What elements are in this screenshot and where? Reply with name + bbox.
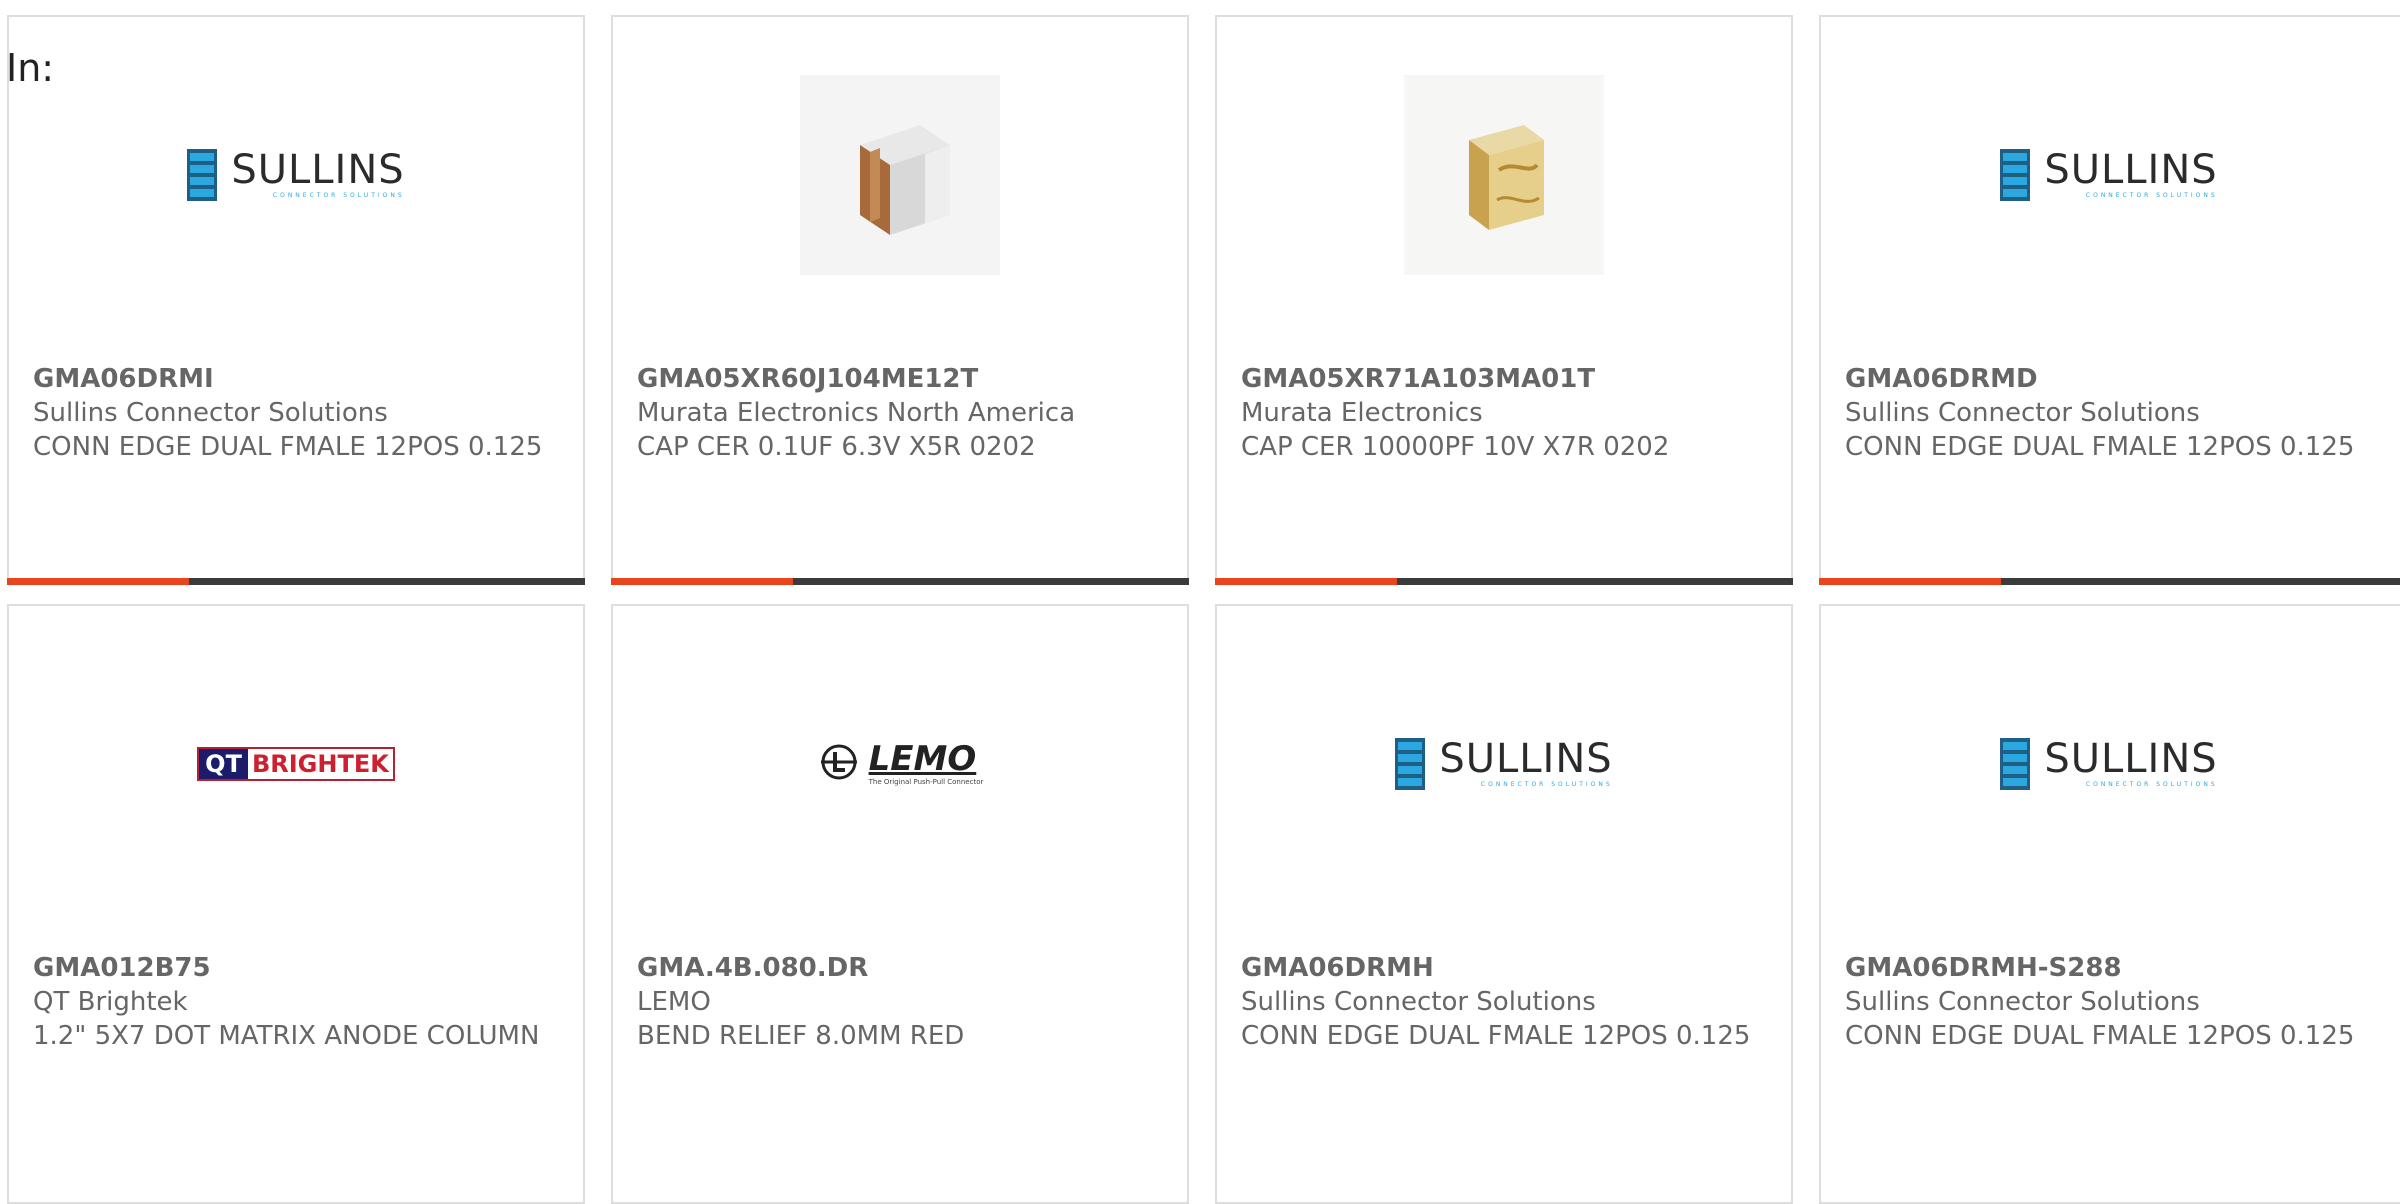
description: CONN EDGE DUAL FMALE 12POS 0.125 <box>1241 1021 1751 1051</box>
product-card[interactable]: SULLINS CONNECTOR SOLUTIONS GMA06DRMH Sul… <box>1215 604 1793 1204</box>
manufacturer: Sullins Connector Solutions <box>33 398 388 428</box>
sullins-logo: SULLINS CONNECTOR SOLUTIONS <box>187 148 404 201</box>
manufacturer: QT Brightek <box>33 987 188 1017</box>
manufacturer: Murata Electronics North America <box>637 398 1076 428</box>
capacitor-icon <box>800 74 1000 275</box>
part-number[interactable]: GMA012B75 <box>33 951 571 985</box>
product-card[interactable]: SULLINS CONNECTOR SOLUTIONS GMA06DRMI Sul… <box>7 15 585 585</box>
product-image: SULLINS CONNECTOR SOLUTIONS <box>1821 661 2397 866</box>
description: CONN EDGE DUAL FMALE 12POS 0.125 <box>1845 1021 2355 1051</box>
lemo-mark-icon <box>820 744 857 779</box>
sullins-logo: SULLINS CONNECTOR SOLUTIONS <box>1395 737 1612 790</box>
product-card[interactable]: QT BRIGHTEK GMA012B75 QT Brightek 1.2" 5X… <box>7 604 585 1204</box>
product-card[interactable]: LEMO The Original Push-Pull Connector GMA… <box>611 604 1189 1204</box>
description: CONN EDGE DUAL FMALE 12POS 0.125 <box>33 432 543 462</box>
sullins-logo: SULLINS CONNECTOR SOLUTIONS <box>2000 148 2217 201</box>
capacitor-icon <box>1404 74 1604 275</box>
manufacturer: LEMO <box>637 987 711 1017</box>
description: CAP CER 10000PF 10V X7R 0202 <box>1241 432 1670 462</box>
card-progress-bar <box>1215 578 1793 585</box>
product-image: LEMO The Original Push-Pull Connector <box>613 661 1187 866</box>
product-card[interactable]: GMA05XR60J104ME12T Murata Electronics No… <box>611 15 1189 585</box>
lemo-logo: LEMO The Original Push-Pull Connector <box>817 742 983 786</box>
part-number[interactable]: GMA06DRMD <box>1845 362 2397 396</box>
card-progress-bar <box>1819 578 2400 585</box>
product-image: SULLINS CONNECTOR SOLUTIONS <box>1821 72 2397 277</box>
manufacturer: Sullins Connector Solutions <box>1241 987 1596 1017</box>
card-progress-bar <box>7 578 585 585</box>
in-label: In: <box>6 46 55 90</box>
description: BEND RELIEF 8.0MM RED <box>637 1021 965 1051</box>
product-image: SULLINS CONNECTOR SOLUTIONS <box>1217 661 1791 866</box>
product-image <box>1217 72 1791 277</box>
part-number[interactable]: GMA05XR71A103MA01T <box>1241 362 1779 396</box>
description: CAP CER 0.1UF 6.3V X5R 0202 <box>637 432 1036 462</box>
product-image: SULLINS CONNECTOR SOLUTIONS <box>9 72 583 277</box>
product-card[interactable]: SULLINS CONNECTOR SOLUTIONS GMA06DRMH-S28… <box>1819 604 2400 1204</box>
product-image <box>613 72 1187 277</box>
manufacturer: Sullins Connector Solutions <box>1845 987 2200 1017</box>
qt-brightek-logo: QT BRIGHTEK <box>197 746 395 781</box>
card-progress-bar <box>611 578 1189 585</box>
product-image: QT BRIGHTEK <box>9 661 583 866</box>
part-number[interactable]: GMA06DRMH <box>1241 951 1779 985</box>
description: CONN EDGE DUAL FMALE 12POS 0.125 <box>1845 432 2355 462</box>
product-card[interactable]: SULLINS CONNECTOR SOLUTIONS GMA06DRMD Sul… <box>1819 15 2400 585</box>
sullins-logo: SULLINS CONNECTOR SOLUTIONS <box>2000 737 2217 790</box>
description: 1.2" 5X7 DOT MATRIX ANODE COLUMN <box>33 1021 540 1051</box>
part-number[interactable]: GMA.4B.080.DR <box>637 951 1175 985</box>
product-card[interactable]: GMA05XR71A103MA01T Murata Electronics CA… <box>1215 15 1793 585</box>
part-number[interactable]: GMA06DRMI <box>33 362 571 396</box>
part-number[interactable]: GMA05XR60J104ME12T <box>637 362 1175 396</box>
manufacturer: Sullins Connector Solutions <box>1845 398 2200 428</box>
part-number[interactable]: GMA06DRMH-S288 <box>1845 951 2397 985</box>
manufacturer: Murata Electronics <box>1241 398 1483 428</box>
